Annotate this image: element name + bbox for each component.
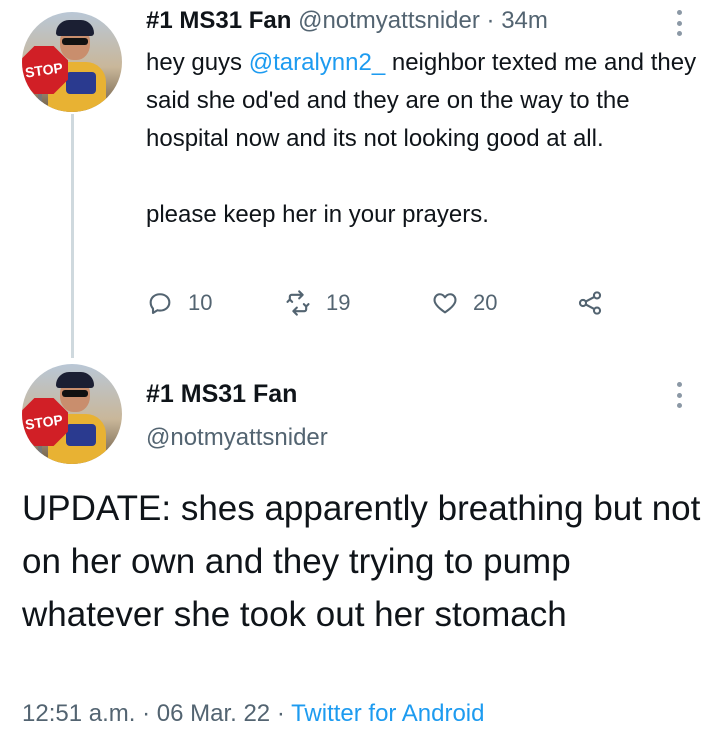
avatar[interactable]: STOP [22,364,122,464]
thread-connector-line [71,114,74,358]
avatar-cap [56,372,94,388]
tweet-header: #1 MS31 Fan @notmyattsnider · 34m [146,6,548,36]
tweet-text: hey guys @taralynn2_ neighbor texted me … [146,44,706,234]
user-handle[interactable]: @notmyattsnider [298,7,480,34]
separator-dot: · [142,700,151,727]
display-name[interactable]: #1 MS31 Fan [146,380,297,409]
avatar[interactable]: STOP [22,12,122,112]
tweet-text-paragraph-2: please keep her in your prayers. [146,201,489,228]
tweet-time[interactable]: 34m [501,7,548,34]
tweet-text-start: hey guys [146,49,249,76]
avatar-glasses [62,390,88,397]
separator-dot: · [486,7,495,34]
avatar-glasses [62,38,88,45]
tweet-actions: 10 19 20 [146,286,616,320]
more-options-icon[interactable] [677,382,683,408]
avatar-cap [56,20,94,36]
tweet-source-link[interactable]: Twitter for Android [291,700,484,727]
more-options-icon[interactable] [677,10,683,36]
reply-button[interactable]: 10 [146,286,212,320]
retweet-count: 19 [326,290,351,315]
like-button[interactable]: 20 [431,286,497,320]
retweet-button[interactable]: 19 [284,286,350,320]
tweet-text: UPDATE: shes apparently breathing but no… [22,489,701,634]
reply-count: 10 [188,290,213,315]
tweet-metadata: 12:51 a.m. · 06 Mar. 22 · Twitter for An… [22,700,484,728]
user-handle[interactable]: @notmyattsnider [146,424,328,452]
share-button[interactable] [576,286,604,320]
tweet-date[interactable]: 06 Mar. 22 [157,700,270,727]
reply-icon [149,293,171,314]
like-icon [433,293,457,314]
share-icon [578,291,602,315]
separator-dot: · [276,700,285,727]
retweet-icon [286,290,310,316]
display-name[interactable]: #1 MS31 Fan [146,7,291,34]
mention-link[interactable]: @taralynn2_ [249,49,385,76]
tweet-timestamp[interactable]: 12:51 a.m. [22,700,135,727]
like-count: 20 [473,290,498,315]
